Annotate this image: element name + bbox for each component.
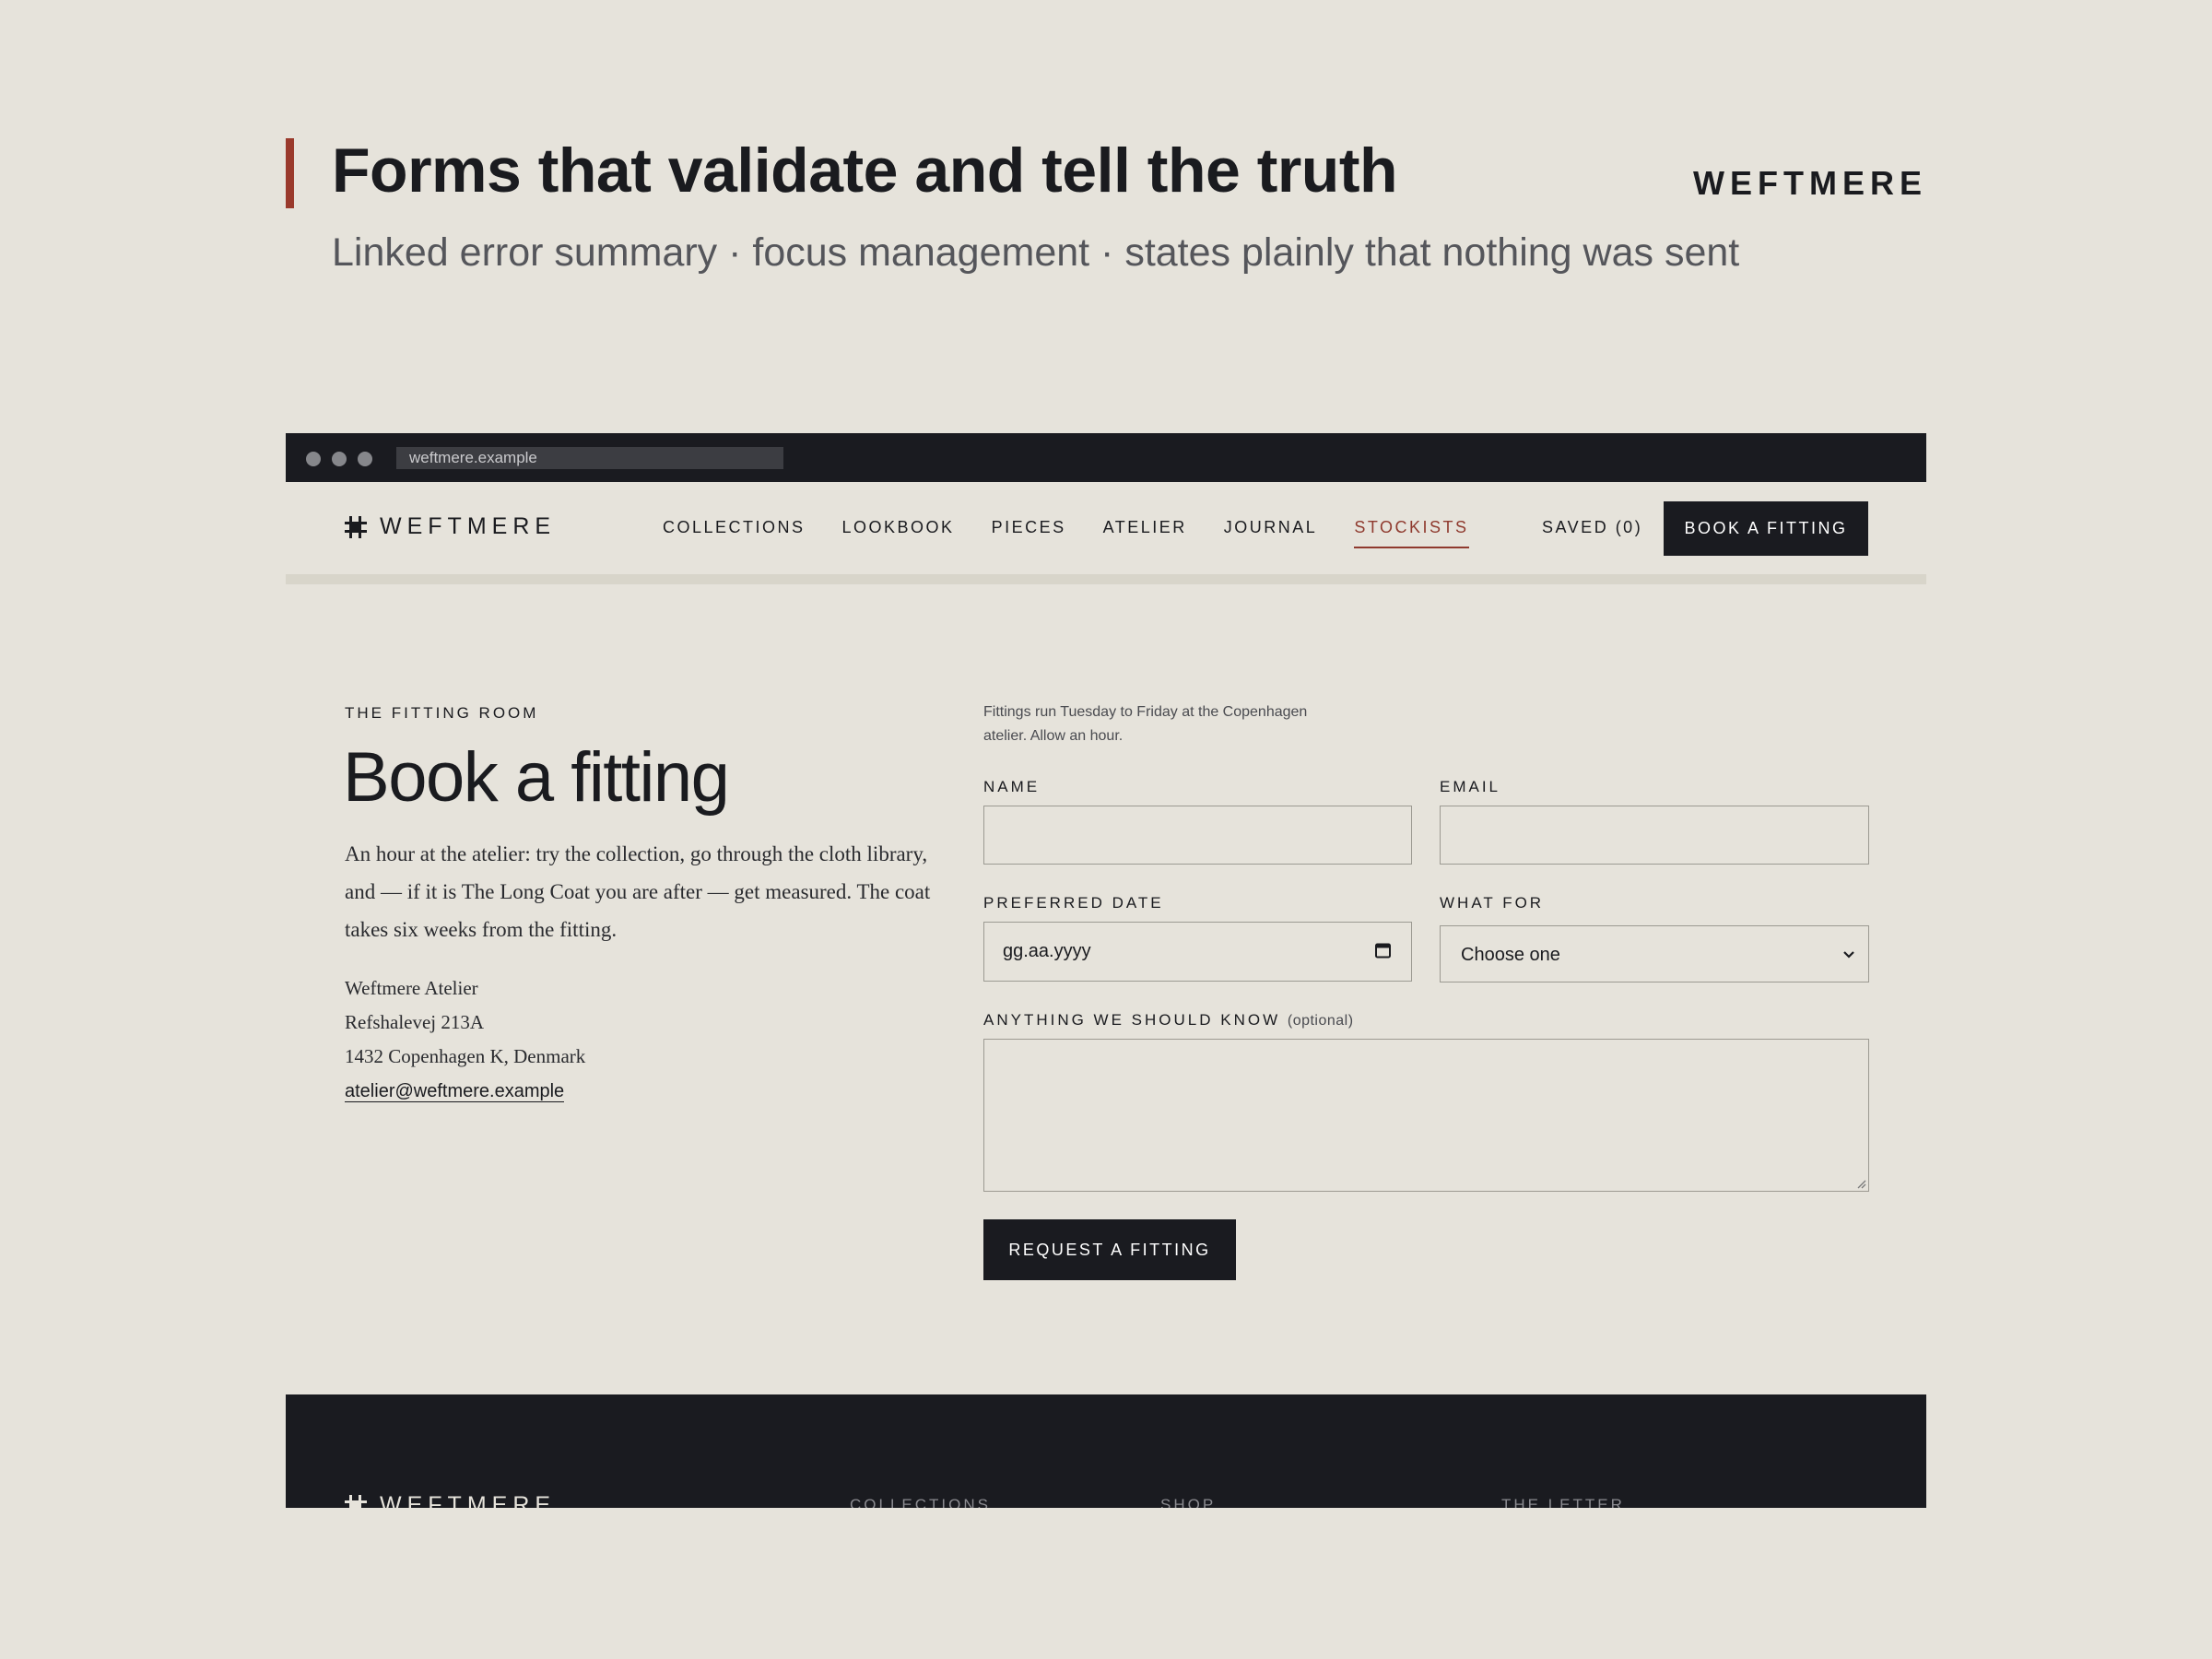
address-line-1: Weftmere Atelier — [345, 977, 478, 999]
address-bar[interactable]: weftmere.example — [396, 447, 783, 469]
slide-title: Forms that validate and tell the truth — [332, 135, 1398, 206]
title-accent-bar — [286, 138, 294, 208]
address-line-3: 1432 Copenhagen K, Denmark — [345, 1045, 586, 1067]
intro-text: An hour at the atelier: try the collecti… — [345, 842, 931, 941]
section-eyebrow: THE FITTING ROOM — [345, 704, 539, 722]
main-nav: COLLECTIONS LOOKBOOK PIECES ATELIER JOUR… — [663, 518, 1469, 548]
footer-col-collections: COLLECTIONS — [850, 1496, 991, 1508]
site-footer: WEFTMERE COLLECTIONS SHOP THE LETTER — [286, 1394, 1926, 1508]
chevron-down-icon — [1843, 951, 1854, 959]
logo-mark-icon — [345, 1494, 367, 1508]
slide-subtitle: Linked error summary · focus management … — [332, 230, 1740, 275]
notes-optional-hint: (optional) — [1287, 1013, 1354, 1029]
window-dot-close[interactable] — [306, 452, 321, 466]
browser-window: weftmere.example WEFTMERE COLLECTIONS LO… — [286, 433, 1926, 1508]
email-field[interactable] — [1440, 806, 1869, 865]
atelier-email-link[interactable]: atelier@weftmere.example — [345, 1081, 565, 1102]
form-note: Fittings run Tuesday to Friday at the Co… — [983, 704, 1308, 744]
nav-stockists[interactable]: STOCKISTS — [1354, 518, 1469, 548]
address-line-2: Refshalevej 213A — [345, 1011, 485, 1033]
site-logo[interactable]: WEFTMERE — [345, 513, 556, 540]
nav-pieces[interactable]: PIECES — [992, 518, 1066, 548]
nav-collections[interactable]: COLLECTIONS — [663, 518, 806, 548]
date-value: gg.aa.yyyy — [1003, 941, 1091, 961]
notes-label-text: ANYTHING WE SHOULD KNOW — [983, 1011, 1281, 1029]
logo-wordmark: WEFTMERE — [380, 513, 557, 539]
date-field[interactable]: gg.aa.yyyy — [983, 922, 1412, 982]
nav-journal[interactable]: JOURNAL — [1224, 518, 1318, 548]
footer-wordmark: WEFTMERE — [380, 1492, 557, 1508]
purpose-value: Choose one — [1461, 945, 1560, 965]
footer-col-shop: SHOP — [1160, 1496, 1217, 1508]
logo-mark-icon — [345, 515, 367, 538]
name-label: NAME — [983, 778, 1041, 795]
atelier-address: Weftmere Atelier Refshalevej 213A 1432 C… — [345, 971, 585, 1109]
calendar-icon[interactable] — [1375, 942, 1391, 959]
book-fitting-button[interactable]: BOOK A FITTING — [1664, 501, 1868, 556]
nav-atelier[interactable]: ATELIER — [1103, 518, 1187, 548]
window-dot-minimize[interactable] — [332, 452, 347, 466]
footer-col-letter: THE LETTER — [1501, 1496, 1625, 1508]
purpose-label: WHAT FOR — [1440, 894, 1545, 912]
slide-brand: WEFTMERE — [1693, 164, 1927, 202]
footer-logo[interactable]: WEFTMERE — [345, 1492, 556, 1508]
browser-chrome: weftmere.example — [286, 433, 1926, 482]
saved-link[interactable]: SAVED (0) — [1542, 518, 1642, 537]
request-fitting-button[interactable]: REQUEST A FITTING — [983, 1219, 1236, 1280]
window-dot-maximize[interactable] — [358, 452, 372, 466]
notes-label: ANYTHING WE SHOULD KNOW (optional) — [983, 1011, 1354, 1030]
purpose-select[interactable]: Choose one — [1440, 925, 1869, 982]
notes-textarea[interactable] — [983, 1039, 1869, 1192]
email-label: EMAIL — [1440, 778, 1501, 795]
date-label: PREFERRED DATE — [983, 894, 1164, 912]
site-header: WEFTMERE COLLECTIONS LOOKBOOK PIECES ATE… — [286, 482, 1926, 584]
resize-grip-icon[interactable] — [1855, 1178, 1866, 1189]
page-heading: Book a fitting — [343, 738, 730, 817]
nav-lookbook[interactable]: LOOKBOOK — [842, 518, 955, 548]
name-field[interactable] — [983, 806, 1412, 865]
